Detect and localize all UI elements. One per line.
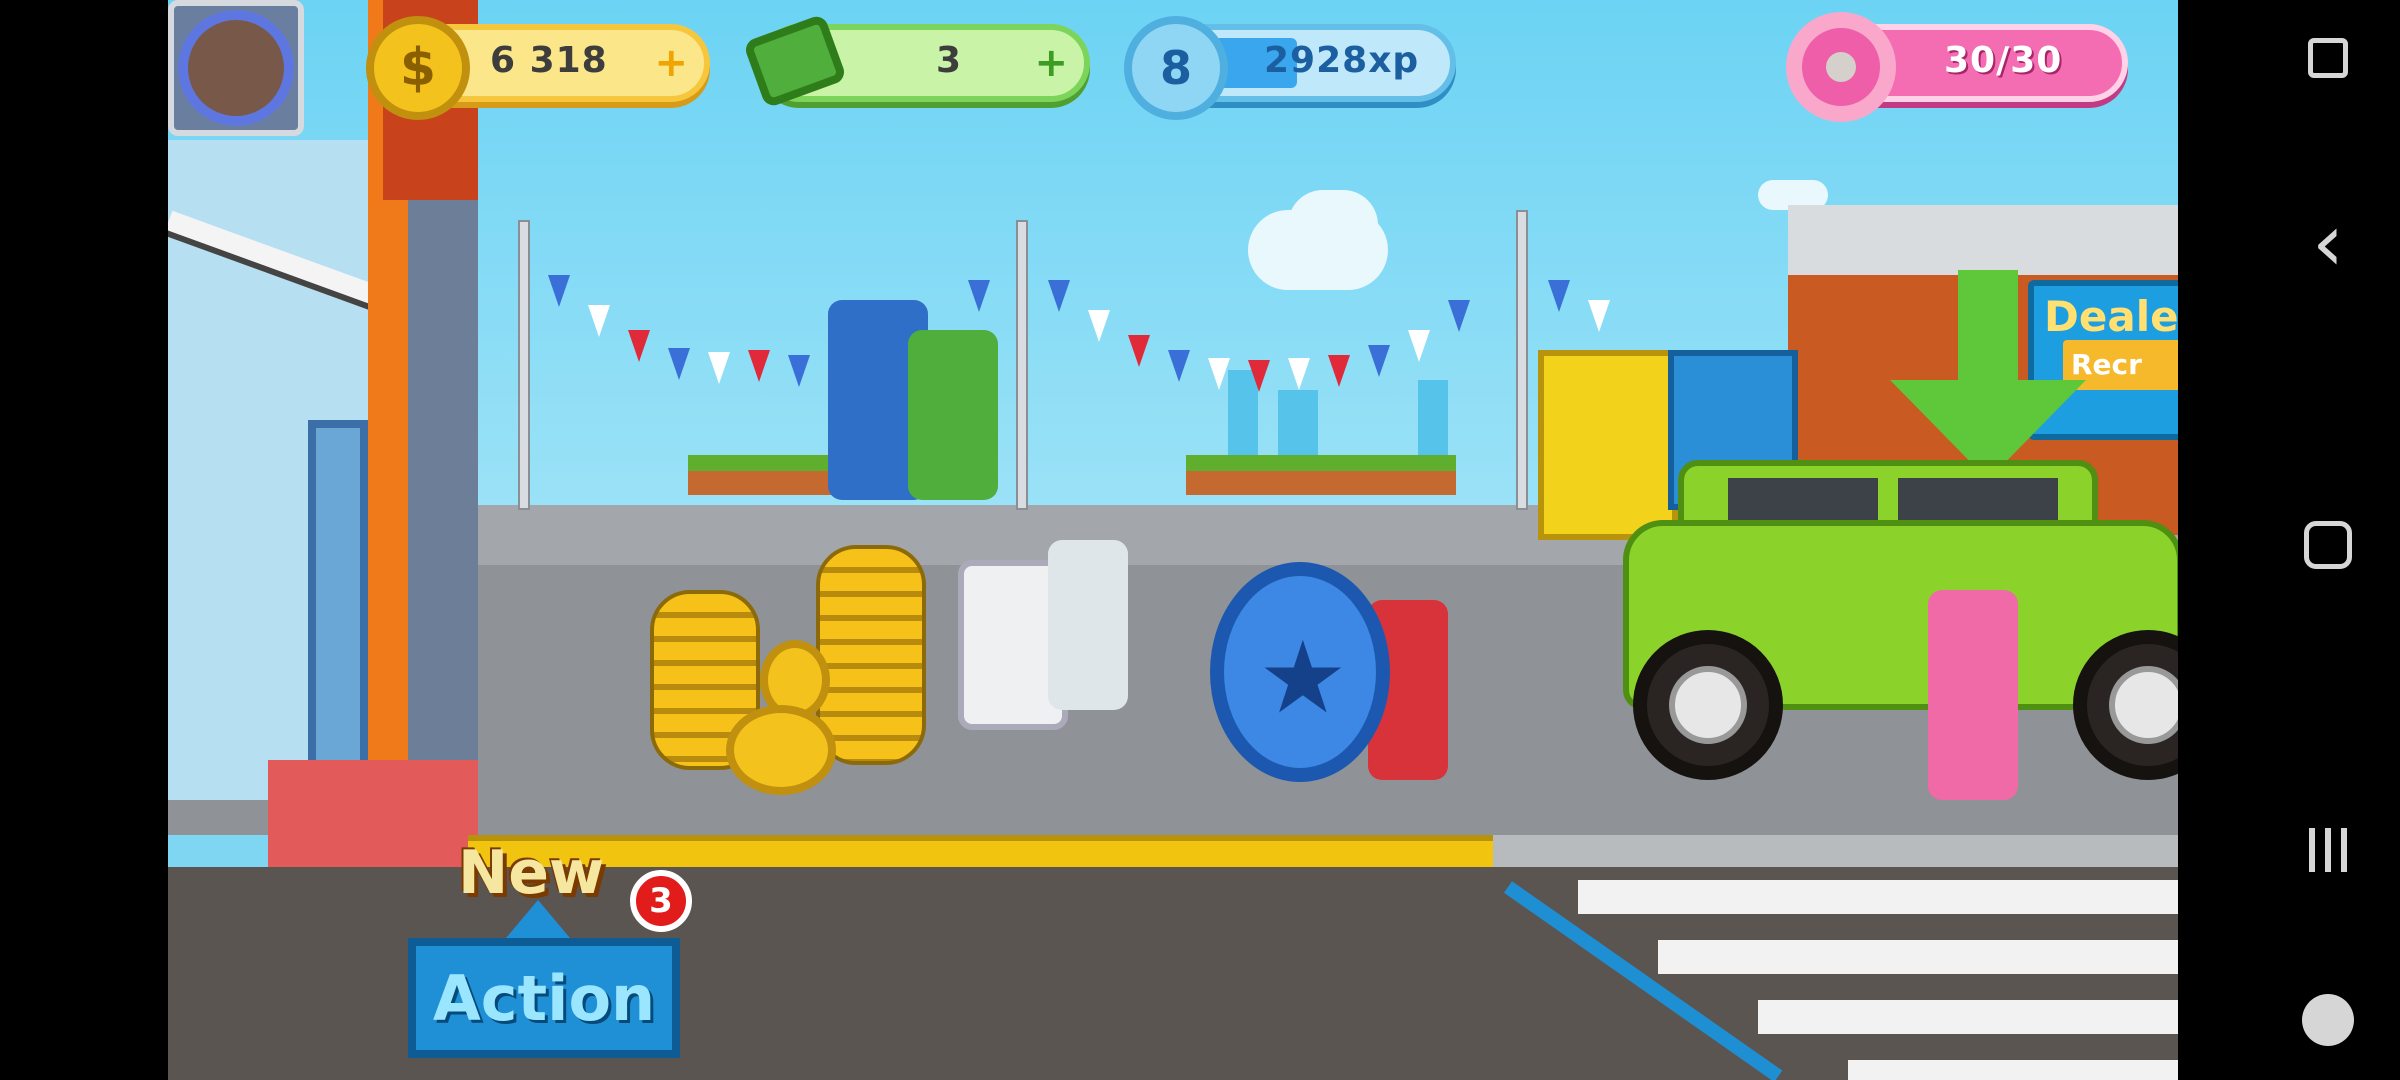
energy-counter[interactable]: 30/30 — [1786, 12, 2128, 122]
bunting-flag — [1328, 355, 1350, 387]
flag-pole — [518, 220, 530, 510]
screen: Deale Recr ★ $ 6 318 + 3 + 8 2928xp 30/3… — [0, 0, 2400, 1080]
coin-stack[interactable] — [816, 545, 926, 765]
crosswalk-stripe — [1658, 940, 2178, 974]
vending-machine-yellow — [1538, 350, 1678, 540]
crosswalk-stripe — [1758, 1000, 2178, 1034]
down-arrow-icon — [1958, 270, 2018, 390]
bunting-flag — [588, 305, 610, 337]
xp-badge-icon: 8 — [1124, 16, 1228, 120]
new-count-badge: 3 — [630, 870, 692, 932]
cloud — [1288, 190, 1378, 260]
coins-counter[interactable]: $ 6 318 + — [366, 16, 710, 120]
bunting-flag — [548, 275, 570, 307]
cash-counter[interactable]: 3 + — [742, 13, 1090, 109]
bunting-flag — [748, 350, 770, 382]
add-cash-button[interactable]: + — [1034, 40, 1068, 86]
cash-value: 3 — [936, 40, 963, 81]
bunting-flag — [628, 330, 650, 362]
car-wheel — [1633, 630, 1783, 780]
up-arrow-icon — [506, 900, 570, 938]
city-silhouette — [1418, 380, 1448, 460]
city-silhouette — [1278, 390, 1318, 460]
bunting-flag — [668, 348, 690, 380]
character-green-shirt[interactable] — [908, 330, 998, 500]
bunting-flag — [1368, 345, 1390, 377]
crosswalk-stripe — [1848, 1060, 2178, 1080]
curb-grey — [1493, 835, 2178, 867]
game-tools-icon[interactable] — [2298, 28, 2358, 88]
dollar-coin-icon: $ — [366, 16, 470, 120]
bunting-flag — [1588, 300, 1610, 332]
xp-counter[interactable]: 8 2928xp — [1124, 16, 1456, 120]
coins-value: 6 318 — [490, 40, 608, 81]
building-column — [408, 200, 478, 820]
star-icon: ★ — [1258, 619, 1348, 736]
game-launcher-icon[interactable] — [2298, 990, 2358, 1050]
gear-icon — [188, 20, 284, 116]
bunting-flag — [1128, 335, 1150, 367]
bunting-flag — [788, 355, 810, 387]
home-icon[interactable] — [2298, 515, 2358, 575]
planter — [1186, 455, 1456, 495]
add-coins-button[interactable]: + — [654, 40, 688, 86]
shop-roof — [1788, 205, 2178, 275]
donut-icon — [1786, 12, 1896, 122]
star-coin[interactable]: ★ — [1210, 562, 1390, 782]
game-viewport[interactable]: Deale Recr ★ $ 6 318 + 3 + 8 2928xp 30/3… — [168, 0, 2178, 1080]
bunting-flag — [708, 352, 730, 384]
crosswalk-stripe — [1578, 880, 2178, 914]
flag-pole — [1016, 220, 1028, 510]
bunting-flag — [1168, 350, 1190, 382]
bunting-flag — [1088, 310, 1110, 342]
bunting-flag — [1288, 358, 1310, 390]
bunting-flag — [968, 280, 990, 312]
bunting-flag — [1408, 330, 1430, 362]
bunting-flag — [1548, 280, 1570, 312]
gold-coin[interactable] — [726, 705, 836, 795]
energy-value: 30/30 — [1944, 40, 2063, 81]
system-nav-bar — [2178, 0, 2400, 1080]
bunting-flag — [1248, 360, 1270, 392]
character-old-man[interactable] — [1048, 540, 1128, 710]
character-blonde-woman[interactable] — [1928, 590, 2018, 800]
flag-pole — [1516, 210, 1528, 510]
xp-value: 2928xp — [1264, 40, 1420, 81]
building-window — [308, 420, 368, 770]
settings-button[interactable] — [168, 0, 304, 136]
bunting-flag — [1208, 358, 1230, 390]
action-button[interactable]: Action — [408, 938, 680, 1058]
recents-icon[interactable] — [2298, 820, 2358, 880]
bunting-flag — [1448, 300, 1470, 332]
back-icon[interactable]: ‹ — [2298, 196, 2358, 289]
new-label: New — [458, 838, 605, 908]
bunting-flag — [1048, 280, 1070, 312]
